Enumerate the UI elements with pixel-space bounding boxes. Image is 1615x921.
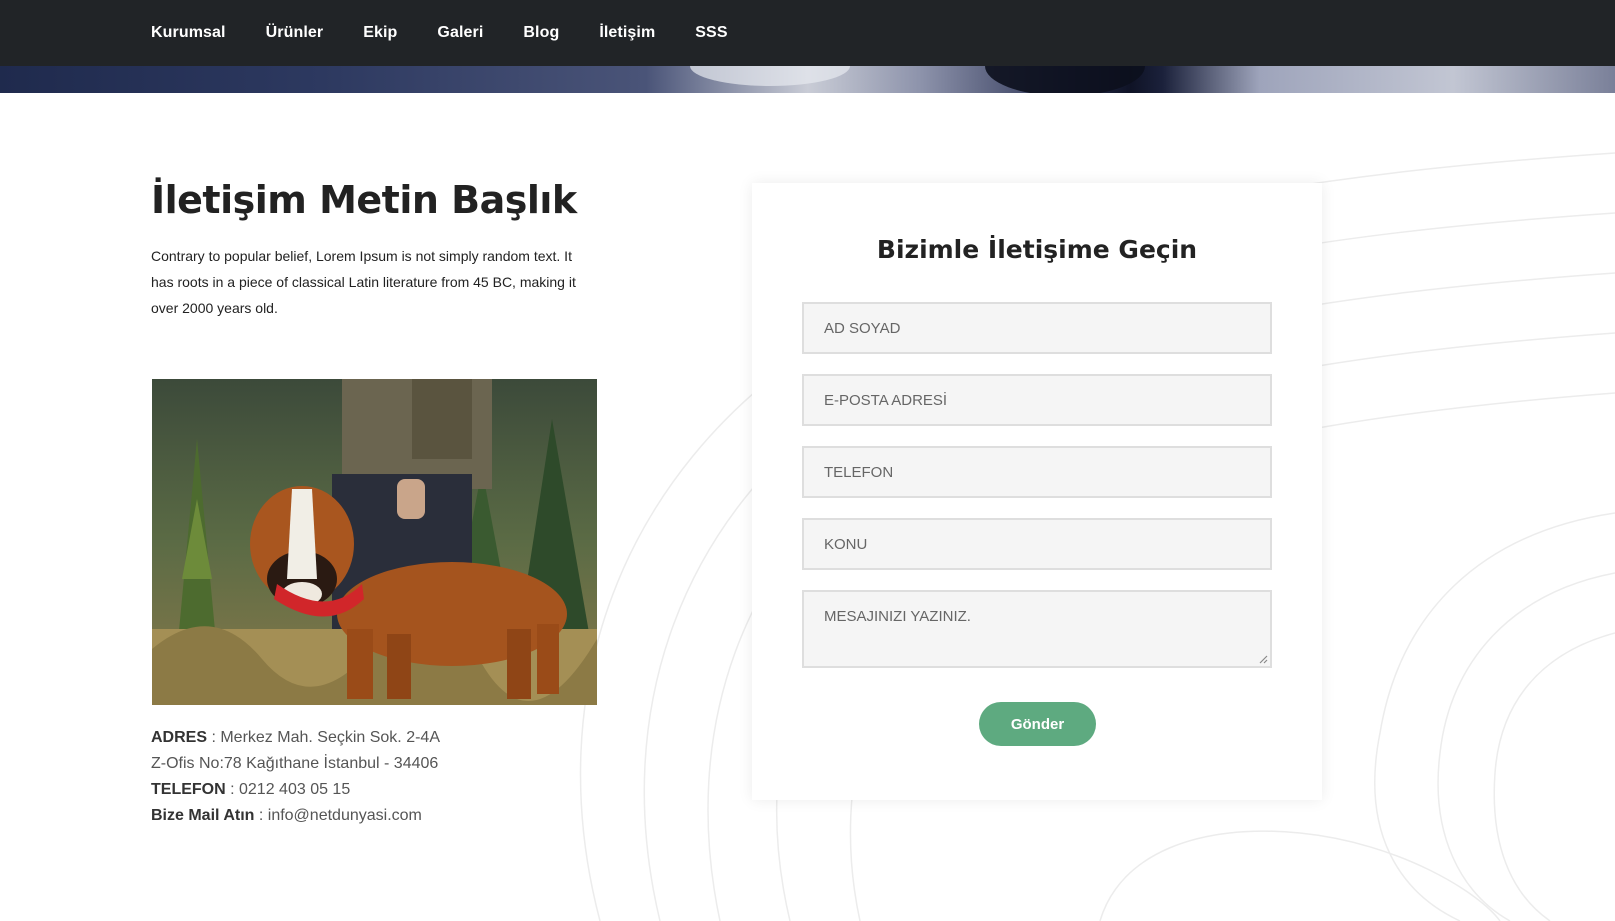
phone-value: : 0212 403 05 15 <box>225 781 351 798</box>
address-label: ADRES <box>151 729 208 746</box>
mail-line: Bize Mail Atın : info@netdunyasi.com <box>151 803 440 829</box>
name-input[interactable]: AD SOYAD <box>802 302 1272 354</box>
hero-dark-shape <box>985 66 1145 93</box>
phone-input[interactable]: TELEFON <box>802 446 1272 498</box>
page-title: İletişim Metin Başlık <box>151 178 577 222</box>
nav-menu: Kurumsal Ürünler Ekip Galeri Blog İletiş… <box>151 0 768 66</box>
hero-banner-image <box>0 66 1615 93</box>
nav-item-iletisim[interactable]: İletişim <box>599 24 655 42</box>
phone-line: TELEFON : 0212 403 05 15 <box>151 777 440 803</box>
address-value: : Merkez Mah. Seçkin Sok. 2-4A <box>207 729 440 746</box>
contact-info: ADRES : Merkez Mah. Seçkin Sok. 2-4A Z-O… <box>151 725 440 829</box>
form-title: Bizimle İletişime Geçin <box>876 235 1198 264</box>
submit-button[interactable]: Gönder <box>979 702 1096 746</box>
subject-input[interactable]: KONU <box>802 518 1272 570</box>
address-line-1: ADRES : Merkez Mah. Seçkin Sok. 2-4A <box>151 725 440 751</box>
intro-text: Contrary to popular belief, Lorem Ipsum … <box>151 248 576 316</box>
contact-form-card: Bizimle İletişime Geçin AD SOYAD E-POSTA… <box>752 183 1322 800</box>
nav-item-sss[interactable]: SSS <box>695 24 727 42</box>
nav-item-urunler[interactable]: Ürünler <box>266 24 324 42</box>
mail-label: Bize Mail Atın <box>151 807 255 824</box>
address-line-2: Z-Ofis No:78 Kağıthane İstanbul - 34406 <box>151 755 439 772</box>
dog-photo-illustration <box>152 379 597 705</box>
resize-handle-icon[interactable] <box>1258 654 1268 664</box>
nav-item-blog[interactable]: Blog <box>523 24 559 42</box>
message-placeholder: MESAJINIZI YAZINIZ. <box>824 608 971 625</box>
email-input[interactable]: E-POSTA ADRESİ <box>802 374 1272 426</box>
dog-photo <box>152 379 597 705</box>
message-textarea[interactable]: MESAJINIZI YAZINIZ. <box>802 590 1272 668</box>
hero-highlight <box>690 66 850 86</box>
nav-item-galeri[interactable]: Galeri <box>437 24 483 42</box>
nav-item-kurumsal[interactable]: Kurumsal <box>151 24 226 42</box>
mail-value[interactable]: : info@netdunyasi.com <box>254 807 422 824</box>
phone-label: TELEFON <box>151 781 226 798</box>
nav-item-ekip[interactable]: Ekip <box>363 24 397 42</box>
top-navbar: Kurumsal Ürünler Ekip Galeri Blog İletiş… <box>0 0 1615 66</box>
